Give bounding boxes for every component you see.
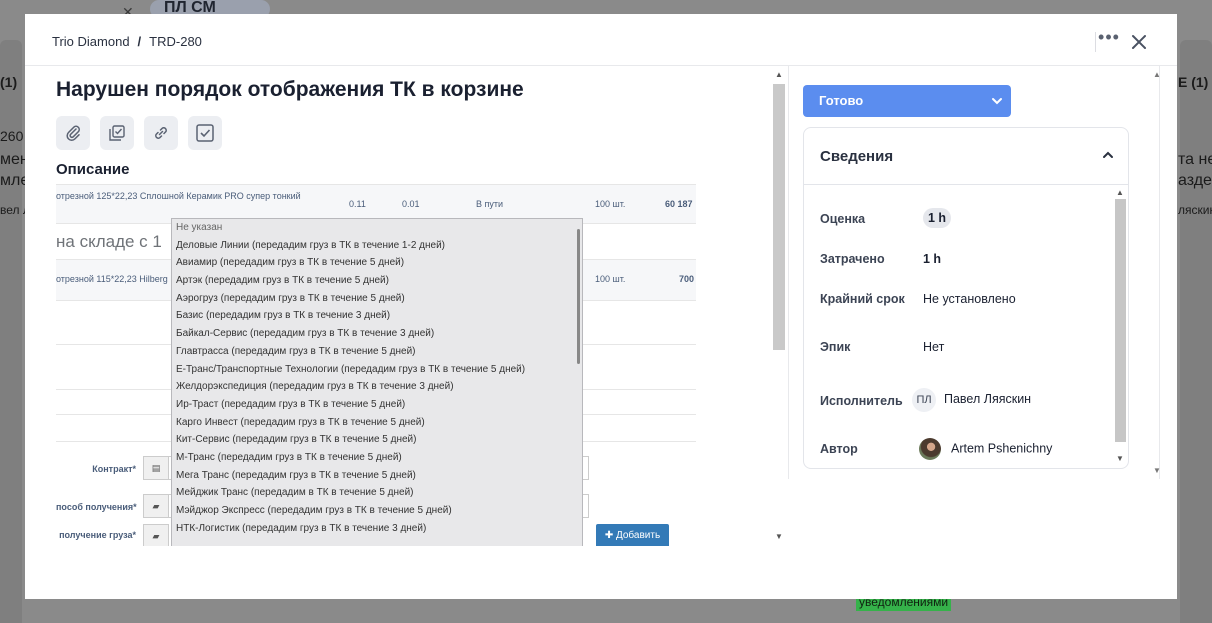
embed-cell: 0.01 (402, 199, 420, 209)
details-panel: Сведения Оценка 1 h Затрачено 1 h Крайни… (803, 127, 1129, 469)
dropdown-option[interactable]: Артэк (передадим груз в ТК в течение 5 д… (172, 272, 582, 290)
truck-icon: ▰ (143, 494, 169, 518)
dropdown-option[interactable]: Деловые Линии (передадим груз в ТК в теч… (172, 237, 582, 255)
issue-side-pane: Готово Сведения Оценка 1 h Затрачено 1 h (788, 66, 1160, 479)
delivery-method-label: пособ получения* (56, 502, 137, 512)
scroll-up-icon[interactable]: ▲ (1153, 70, 1161, 79)
epic-value[interactable]: Нет (923, 340, 944, 354)
description-screenshot: отрезной 125*22,23 Сплошной Керамик PRO … (56, 184, 696, 546)
details-title: Сведения (820, 148, 894, 165)
status-label: Готово (819, 93, 864, 108)
embed-product: отрезной 125*22,23 Сплошной Керамик PRO … (56, 191, 301, 201)
issue-title[interactable]: Нарушен порядок отображения ТК в корзине (56, 78, 524, 102)
modal-header: Trio Diamond / TRD-280 ••• (25, 14, 1177, 66)
author-name: Artem Pshenichny (951, 441, 1053, 456)
scroll-down-icon[interactable]: ▼ (775, 532, 783, 541)
stacked-checklist-icon[interactable] (100, 116, 134, 150)
board-card-text: азде (1178, 172, 1212, 189)
embed-cell: 700 (679, 274, 695, 284)
deadline-label: Крайний срок (820, 292, 905, 306)
scroll-up-icon[interactable]: ▲ (775, 70, 783, 79)
dropdown-option[interactable]: Базис (передадим груз в ТК в течение 3 д… (172, 307, 582, 325)
deadline-value[interactable]: Не установлено (923, 292, 1016, 306)
dropdown-option[interactable]: Главтрасса (передадим груз в ТК в течени… (172, 343, 582, 361)
cargo-receipt-label: получение груза* (59, 530, 136, 540)
estimate-label: Оценка (820, 212, 866, 226)
embed-stock-text: на складе с 1 (56, 232, 162, 251)
close-icon[interactable] (1128, 31, 1150, 53)
add-button-label: Добавить (615, 530, 661, 541)
board-card-text: та не (1178, 151, 1212, 168)
dropdown-option[interactable]: Не указан (172, 219, 582, 237)
issue-toolbar (56, 116, 222, 150)
chevron-up-icon[interactable] (1102, 148, 1114, 167)
assignee-name: Павел Ляяскин (944, 392, 1032, 406)
dropdown-option[interactable]: Ир-Траст (передадим груз в ТК в течение … (172, 396, 582, 414)
scroll-up-icon[interactable]: ▲ (1116, 188, 1124, 197)
embed-product: отрезной 115*22,23 Hilberg E (56, 274, 177, 284)
author-value[interactable]: Artem Pshenichny (919, 438, 1052, 460)
issue-modal: Trio Diamond / TRD-280 ••• Нарушен поряд… (25, 14, 1177, 599)
epic-label: Эпик (820, 340, 851, 354)
carrier-dropdown[interactable]: Не указан Деловые Линии (передадим груз … (171, 218, 583, 546)
scroll-down-icon[interactable]: ▼ (1153, 466, 1161, 475)
dropdown-option[interactable]: НТК-Логистик (передадим груз в ТК в тече… (172, 520, 582, 538)
breadcrumb-issue[interactable]: TRD-280 (149, 34, 202, 49)
dropdown-option[interactable]: Карго Инвест (передадим груз в ТК в тече… (172, 414, 582, 432)
chevron-down-icon (991, 85, 1003, 129)
dropdown-scrollbar[interactable] (577, 229, 580, 364)
dropdown-option[interactable]: Е-Транс/Транспортные Технологии (передад… (172, 361, 582, 379)
embed-cell: 100 шт. (595, 274, 626, 284)
add-button[interactable]: ✚ Добавить (596, 524, 669, 546)
description-label: Описание (56, 161, 130, 178)
avatar (919, 438, 941, 460)
dropdown-option[interactable]: Байкал-Сервис (передадим груз в ТК в теч… (172, 325, 582, 343)
board-card-text: ляскин (1178, 203, 1212, 217)
dropdown-option[interactable]: Мейджик Транс (передадим в ТК в течение … (172, 484, 582, 502)
document-icon: ▤ (143, 456, 169, 480)
paperclip-icon[interactable] (56, 116, 90, 150)
embed-cell: 0.11 (349, 199, 366, 209)
checkbox-icon[interactable] (188, 116, 222, 150)
scrollbar-thumb[interactable] (773, 84, 785, 350)
avatar: ПЛ (912, 388, 936, 412)
dropdown-option[interactable]: М-Транс (передадим груз в ТК в течение 5… (172, 449, 582, 467)
author-label: Автор (820, 442, 858, 456)
dropdown-option[interactable]: Желдорэкспедиция (передадим груз в ТК в … (172, 378, 582, 396)
embed-cell: 60 187 (665, 199, 693, 209)
header-divider (1095, 32, 1096, 52)
details-header[interactable]: Сведения (804, 128, 1128, 185)
more-options-icon[interactable]: ••• (1098, 28, 1120, 52)
embed-cell: В пути (476, 199, 504, 209)
status-dropdown[interactable]: Готово (803, 85, 1011, 117)
spent-value[interactable]: 1 h (923, 252, 941, 266)
breadcrumb-separator: / (137, 34, 142, 49)
truck-icon: ▰ (143, 524, 169, 546)
board-column (1180, 40, 1212, 623)
estimate-value[interactable]: 1 h (923, 208, 952, 228)
breadcrumb: Trio Diamond / TRD-280 (52, 34, 202, 49)
spent-label: Затрачено (820, 252, 885, 266)
scroll-down-icon[interactable]: ▼ (1116, 454, 1124, 463)
dropdown-option[interactable]: Кит-Сервис (передадим груз в ТК в течени… (172, 431, 582, 449)
embed-cell: 100 шт. (595, 199, 626, 209)
scrollbar-thumb[interactable] (1115, 199, 1126, 442)
dropdown-option[interactable]: Аэрогруз (передадим груз в ТК в течение … (172, 290, 582, 308)
assignee-value[interactable]: ПЛ Павел Ляяскин (912, 388, 1031, 412)
side-pane-scrollbar[interactable]: ▲ ▼ (1151, 66, 1165, 479)
dropdown-option[interactable]: Мега Транс (передадим груз в ТК в течени… (172, 467, 582, 485)
board-column-count: E (1) (1178, 74, 1209, 90)
issue-main-pane: Нарушен порядок отображения ТК в корзине… (25, 66, 789, 546)
assignee-label: Исполнитель (820, 394, 903, 408)
details-scrollbar[interactable]: ▲ ▼ (1114, 186, 1128, 468)
breadcrumb-project[interactable]: Trio Diamond (52, 34, 130, 49)
link-icon[interactable] (144, 116, 178, 150)
dropdown-option[interactable]: Мэйджор Экспресс (передадим груз в ТК в … (172, 502, 582, 520)
dropdown-option[interactable]: Авиамир (передадим груз в ТК в течение 5… (172, 254, 582, 272)
main-pane-scrollbar[interactable]: ▲ ▼ (771, 66, 789, 546)
contract-label: Контракт* (92, 464, 136, 474)
board-card-text: 260 (0, 128, 24, 144)
board-column-count: (1) (0, 74, 18, 90)
